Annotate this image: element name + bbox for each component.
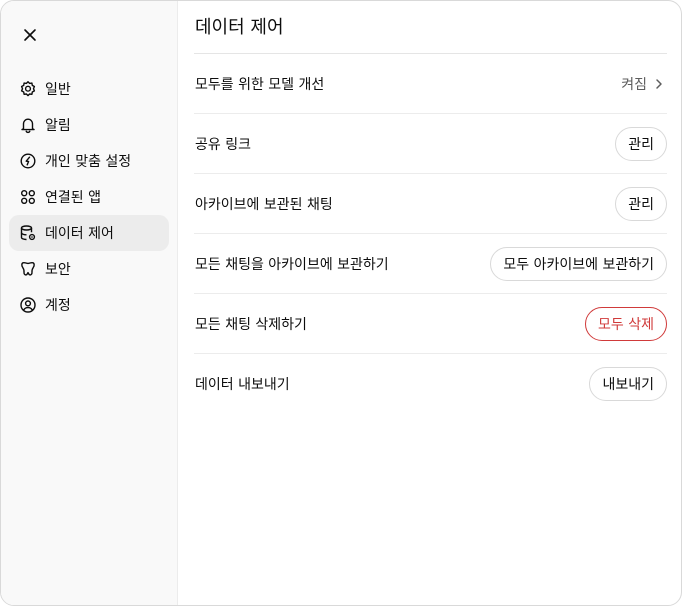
sidebar-item-account[interactable]: 계정 [9,287,169,323]
apps-icon [20,189,36,205]
chevron-right-icon [656,78,662,89]
sidebar-item-label: 데이터 제어 [45,226,114,242]
sidebar-item-notifications[interactable]: 알림 [9,107,169,143]
sidebar-item-data-controls[interactable]: 데이터 제어 [9,215,169,251]
setting-label: 모든 채팅 삭제하기 [195,316,307,333]
sidebar-item-label: 알림 [45,118,71,134]
sidebar-item-general[interactable]: 일반 [9,71,169,107]
setting-label: 데이터 내보내기 [195,377,290,393]
setting-row-export-data: 데이터 내보내기 내보내기 [194,354,667,414]
page-title: 데이터 제어 [195,17,284,38]
setting-label: 아카이브에 보관된 채팅 [195,196,333,213]
bell-icon [21,118,35,134]
model-improvement-toggle[interactable]: 켜짐 [621,74,667,94]
personalization-icon [20,153,36,169]
setting-label: 공유 링크 [195,136,251,153]
manage-archived-chats-button[interactable]: 관리 [615,186,667,221]
setting-row-archive-all: 모든 채팅을 아카이브에 보관하기 모두 아카이브에 보관하기 [194,234,667,294]
close-button[interactable] [16,21,44,49]
sidebar-item-security[interactable]: 보안 [9,251,169,287]
settings-sidebar: 일반 알림 개인 맞춤 설정 연결된 앱 데이터 제어 보안 계정 [1,1,178,605]
sidebar-item-personalization[interactable]: 개인 맞춤 설정 [9,143,169,179]
gear-icon [20,81,36,97]
delete-all-button[interactable]: 모두 삭제 [585,306,667,341]
sidebar-item-label: 보안 [45,262,71,278]
manage-shared-links-button[interactable]: 관리 [615,126,667,161]
setting-row-shared-links: 공유 링크 관리 [194,114,667,174]
sidebar-item-label: 일반 [45,82,71,98]
setting-value: 켜짐 [621,76,647,93]
settings-nav: 일반 알림 개인 맞춤 설정 연결된 앱 데이터 제어 보안 계정 [9,71,169,323]
sidebar-item-connected-apps[interactable]: 연결된 앱 [9,179,169,215]
settings-dialog: 일반 알림 개인 맞춤 설정 연결된 앱 데이터 제어 보안 계정 데이터 제어… [0,0,682,606]
setting-label: 모두를 위한 모델 개선 [195,76,325,93]
setting-row-delete-all: 모든 채팅 삭제하기 모두 삭제 [194,294,667,354]
sidebar-item-label: 연결된 앱 [45,190,101,206]
database-gear-icon [20,225,36,241]
archive-all-button[interactable]: 모두 아카이브에 보관하기 [490,246,667,281]
sidebar-item-label: 계정 [45,298,71,314]
export-data-button[interactable]: 내보내기 [589,367,667,401]
x-icon [24,29,36,41]
setting-row-model-improvement: 모두를 위한 모델 개선 켜짐 [194,54,667,114]
setting-row-archived-chats: 아카이브에 보관된 채팅 관리 [194,174,667,234]
setting-label: 모든 채팅을 아카이브에 보관하기 [195,256,389,273]
settings-content: 데이터 제어 모두를 위한 모델 개선 켜짐 공유 링크 관리 아카이브에 보관… [178,1,681,605]
shield-lock-icon [21,261,35,276]
user-circle-icon [20,297,36,313]
sidebar-item-label: 개인 맞춤 설정 [45,154,132,170]
